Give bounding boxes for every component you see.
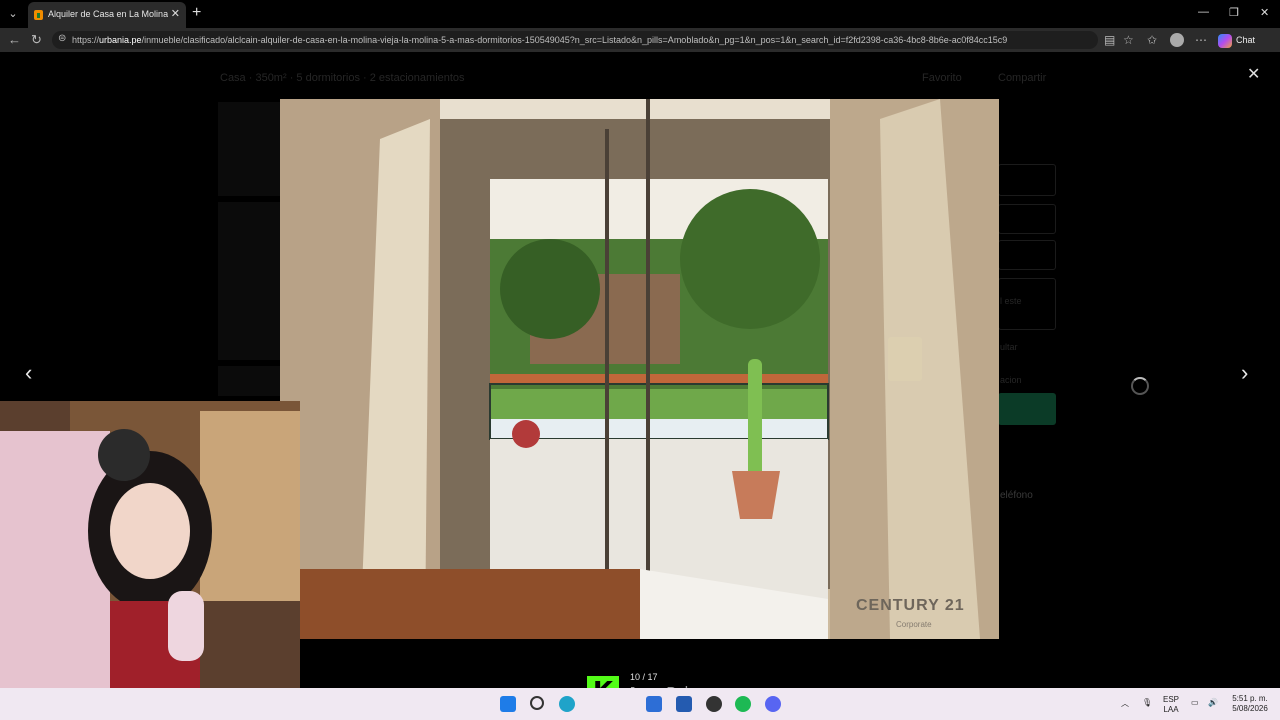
tab-actions-icon[interactable]: ⌄ — [4, 5, 22, 23]
share-link[interactable]: Compartir — [998, 72, 1046, 84]
close-tab-icon[interactable]: ✕ — [171, 7, 180, 20]
contact-submit-button[interactable] — [998, 393, 1056, 425]
phone-link[interactable]: eléfono — [1000, 490, 1033, 501]
url-input[interactable]: ⊜ https://urbania.pe/inmueble/clasificad… — [52, 31, 1098, 49]
listing-summary: Casa · 350m² · 5 dormitorios · 2 estacio… — [220, 72, 465, 84]
show-hidden-icons-icon[interactable]: ︿ — [1121, 699, 1129, 709]
clock[interactable]: 5:51 p. m. 5/08/2026 — [1228, 694, 1272, 714]
restore-icon[interactable]: ❐ — [1229, 6, 1239, 19]
volume-icon[interactable]: 🔊 — [1208, 698, 1218, 708]
photo-counter: 10 / 17 — [630, 672, 658, 682]
gallery-photo: CENTURY 21 Corporate — [280, 99, 999, 639]
gallery-thumbnail[interactable] — [218, 202, 282, 360]
discord-icon[interactable] — [765, 696, 781, 712]
previous-photo-icon[interactable]: ‹ — [25, 360, 32, 386]
refresh-icon[interactable]: ↻ — [31, 32, 42, 48]
copilot-icon — [1218, 33, 1232, 48]
language-indicator[interactable]: ESP LAA — [1163, 695, 1179, 715]
search-icon[interactable] — [530, 696, 544, 710]
close-window-icon[interactable]: ✕ — [1260, 6, 1269, 19]
urbania-favicon-icon — [34, 10, 43, 20]
contact-side-text: acion — [1000, 375, 1022, 385]
app-icon[interactable] — [706, 696, 722, 712]
contact-form-field[interactable] — [998, 164, 1056, 196]
next-photo-icon[interactable]: › — [1241, 360, 1248, 386]
streamer-webcam — [0, 401, 300, 720]
tab-strip: ⌄ Alquiler de Casa en La Molina - Lis ✕ … — [0, 0, 1280, 28]
more-menu-icon[interactable]: ⋯ — [1195, 33, 1207, 47]
gallery-thumbnail[interactable] — [218, 102, 282, 196]
network-icon[interactable]: ▭ — [1191, 698, 1199, 708]
url-text: https://urbania.pe/inmueble/clasificado/… — [72, 35, 1008, 45]
edge-icon[interactable] — [559, 696, 575, 712]
contact-side-text: ultar — [1000, 342, 1018, 352]
address-bar-row: ← ↻ ⊜ https://urbania.pe/inmueble/clasif… — [0, 28, 1280, 52]
gallery-thumbnail[interactable] — [218, 366, 282, 396]
profile-avatar[interactable] — [1170, 33, 1184, 47]
store-icon[interactable] — [676, 696, 692, 712]
webcam-illustration — [0, 401, 300, 720]
favorite-star-icon[interactable]: ☆ — [1123, 33, 1134, 47]
browser-tab[interactable]: Alquiler de Casa en La Molina - Lis ✕ — [28, 2, 186, 28]
copilot-chat-button[interactable]: Chat — [1218, 32, 1255, 48]
contact-form-field[interactable] — [998, 204, 1056, 234]
minimize-icon[interactable]: — — [1198, 6, 1209, 18]
site-info-icon[interactable]: ⊜ — [58, 33, 66, 44]
close-lightbox-icon[interactable]: ✕ — [1247, 64, 1260, 84]
loading-spinner-icon — [1131, 377, 1149, 395]
contact-side-text: l este — [1000, 296, 1022, 306]
contact-form-field[interactable] — [998, 240, 1056, 270]
new-tab-icon[interactable]: + — [192, 4, 201, 22]
favorite-link[interactable]: Favorito — [922, 72, 962, 84]
microphone-icon[interactable]: 🎙 — [1142, 698, 1152, 708]
reading-view-icon[interactable]: ▤ — [1104, 33, 1115, 47]
outlook-icon[interactable] — [646, 696, 662, 712]
favorites-icon[interactable]: ✩ — [1147, 33, 1157, 47]
tab-title: Alquiler de Casa en La Molina - Lis — [48, 9, 168, 19]
watermark-text: CENTURY 21 — [856, 597, 965, 614]
balcony-photo-illustration — [280, 99, 999, 639]
spotify-icon[interactable] — [735, 696, 751, 712]
back-icon[interactable]: ← — [8, 32, 21, 47]
windows-taskbar: ︿ 🎙 ESP LAA ▭ 🔊 5:51 p. m. 5/08/2026 — [0, 688, 1280, 720]
watermark-subtext: Corporate — [896, 620, 932, 629]
start-icon[interactable] — [500, 696, 516, 712]
